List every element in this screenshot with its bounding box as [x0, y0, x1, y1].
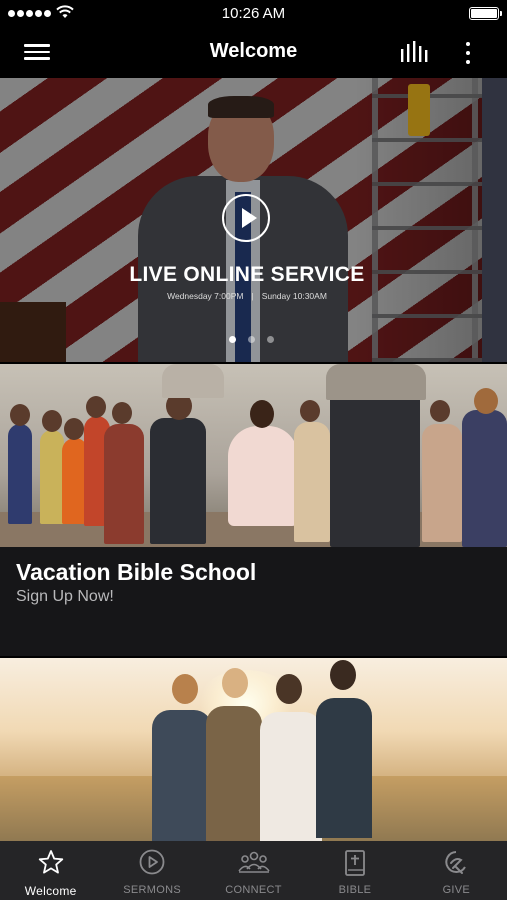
- tab-label: BIBLE: [338, 884, 372, 896]
- service-time-sunday: Sunday 10:30AM: [261, 291, 327, 301]
- tab-label: GIVE: [442, 884, 471, 896]
- bottom-tab-bar: Welcome SERMONS CONNECT BIBLE GIVE: [0, 841, 507, 900]
- page-title: Welcome: [209, 40, 298, 62]
- service-time-wednesday: Wednesday 7:00PM: [167, 291, 244, 301]
- give-hand-icon: [445, 851, 467, 874]
- people-group-icon: [237, 851, 270, 873]
- status-bar: 10:26 AM: [0, 0, 507, 28]
- vacation-bible-school-card[interactable]: Vacation Bible School Sign Up Now!: [0, 364, 507, 656]
- card-subtitle: Sign Up Now!: [16, 588, 114, 605]
- battery-icon: [469, 7, 502, 20]
- carousel-page-indicator: [229, 336, 274, 343]
- tab-welcome[interactable]: Welcome: [0, 841, 101, 900]
- card-title: Vacation Bible School: [16, 559, 257, 585]
- tab-bible[interactable]: BIBLE: [304, 841, 405, 900]
- equalizer-bars-icon[interactable]: [398, 40, 430, 66]
- tab-label: CONNECT: [225, 884, 282, 896]
- vertical-ellipsis-icon[interactable]: [456, 36, 480, 70]
- bible-icon: [345, 850, 365, 876]
- tab-connect[interactable]: CONNECT: [203, 841, 304, 900]
- community-card[interactable]: [0, 658, 507, 841]
- service-time-separator: |: [251, 291, 254, 301]
- navbar: Welcome: [0, 28, 507, 78]
- tab-give[interactable]: GIVE: [406, 841, 507, 900]
- play-circle-icon: [139, 849, 165, 875]
- play-circle-icon[interactable]: [222, 194, 270, 242]
- group-photo: [152, 710, 212, 841]
- tab-sermons[interactable]: SERMONS: [101, 841, 202, 900]
- children-dancing-photo: [0, 364, 507, 547]
- carousel-dot-2[interactable]: [248, 336, 255, 343]
- service-times: Wednesday 7:00PM | Sunday 10:30AM: [0, 291, 494, 301]
- tab-label: Welcome: [24, 884, 77, 898]
- tab-label: SERMONS: [123, 884, 181, 896]
- carousel-dot-1[interactable]: [229, 336, 236, 343]
- hero-banner[interactable]: LIVE ONLINE SERVICE Wednesday 7:00PM | Sun…: [0, 78, 507, 362]
- status-time: 10:26 AM: [221, 5, 286, 22]
- star-icon: [38, 850, 63, 874]
- hero-title: LIVE ONLINE SERVICE: [129, 263, 365, 286]
- carousel-dot-3[interactable]: [267, 336, 274, 343]
